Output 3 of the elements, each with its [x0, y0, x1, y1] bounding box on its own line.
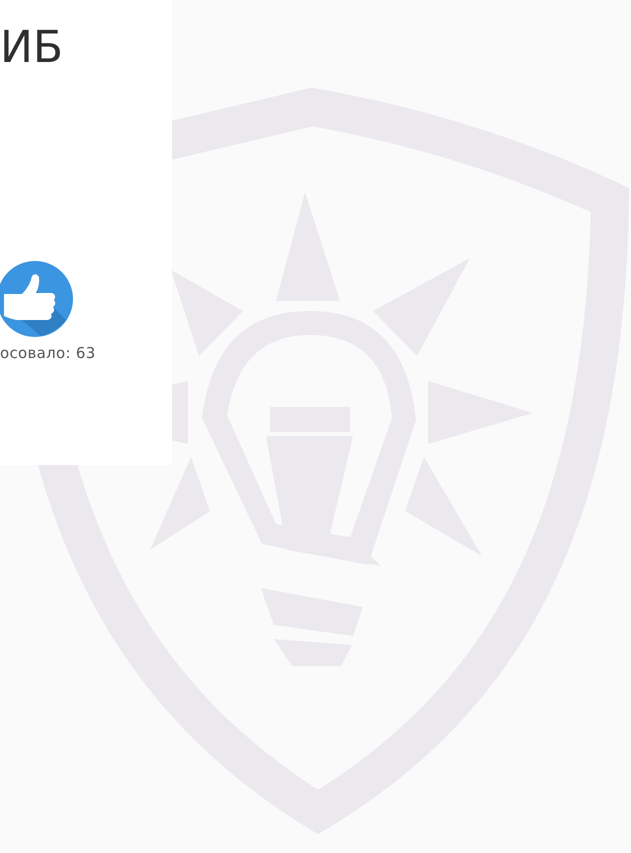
vote-count: осовало: 63: [0, 344, 96, 362]
thumbs-up-icon[interactable]: [0, 260, 74, 338]
heading: ИБ: [0, 21, 64, 75]
